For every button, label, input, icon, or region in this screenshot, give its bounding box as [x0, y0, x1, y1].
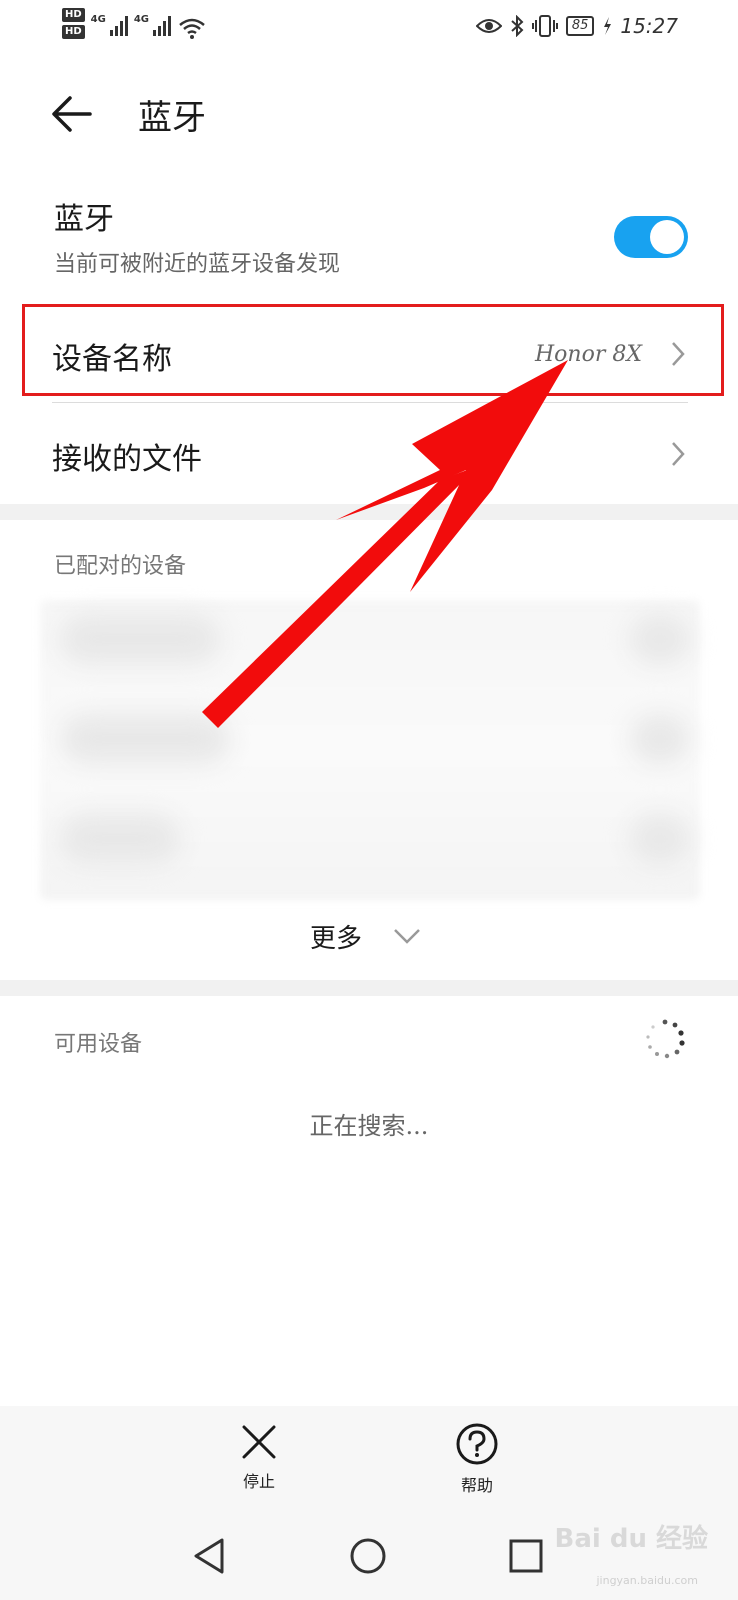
row-divider [52, 402, 688, 403]
switch-knob [650, 220, 684, 254]
annotation-highlight-box [22, 304, 724, 396]
nav-recent-apps-icon[interactable] [504, 1534, 548, 1578]
signal-bars-icon [109, 14, 128, 36]
vibrate-icon [531, 15, 558, 37]
available-devices-title: 可用设备 [54, 1032, 143, 1057]
help-icon [456, 1423, 498, 1465]
clock: 15:27 [620, 14, 678, 38]
section-gap [0, 980, 738, 996]
nav-back-icon[interactable] [188, 1534, 232, 1578]
charging-icon [604, 17, 612, 35]
blurred-device [60, 714, 230, 764]
bluetooth-toggle-row[interactable]: 蓝牙 当前可被附近的蓝牙设备发现 [0, 180, 738, 290]
battery-indicator: 85 [565, 16, 595, 36]
page-title: 蓝牙 [138, 98, 206, 138]
signal-1: 4G [91, 14, 128, 36]
app-header: 蓝牙 [0, 80, 738, 150]
status-bar: HD HD 4G 4G 85 15:27 [0, 0, 738, 60]
more-button[interactable]: 更多 [310, 918, 362, 955]
watermark-site: jingyan.baidu.com [596, 1574, 698, 1587]
received-files-row[interactable]: 接收的文件 [0, 406, 738, 502]
blurred-device [60, 814, 180, 864]
paired-devices-title: 已配对的设备 [54, 554, 187, 579]
stop-label: 停止 [242, 1472, 275, 1491]
searching-status: 正在搜索... [309, 1112, 429, 1140]
signal-bars-icon [153, 14, 172, 36]
received-files-label: 接收的文件 [52, 442, 202, 477]
bluetooth-icon [511, 15, 524, 37]
bluetooth-subtitle: 当前可被附近的蓝牙设备发现 [54, 252, 341, 277]
eye-comfort-icon [475, 19, 502, 33]
hd-indicators: HD HD [62, 8, 85, 39]
back-arrow-icon[interactable] [50, 92, 94, 136]
loading-spinner-icon [646, 1019, 685, 1059]
bottom-action-bar: 停止 帮助 [0, 1406, 738, 1510]
bluetooth-switch[interactable] [614, 216, 688, 258]
hd-badge-1: HD [62, 8, 85, 22]
signal-2: 4G [133, 14, 172, 36]
status-left: HD HD 4G 4G [62, 8, 207, 40]
chevron-down-icon[interactable] [392, 926, 422, 946]
section-gap [0, 504, 738, 520]
stop-button[interactable]: 停止 [214, 1422, 304, 1492]
hd-badge-2: HD [62, 25, 85, 39]
network-type-2: 4G [133, 14, 150, 25]
wifi-icon [179, 18, 205, 39]
blurred-device [60, 614, 220, 664]
watermark-logo: Bai du 经验 [554, 1524, 709, 1554]
blurred-device-info [630, 714, 690, 764]
blurred-device-info [630, 814, 690, 864]
network-type-1: 4G [90, 14, 106, 25]
bluetooth-title: 蓝牙 [54, 202, 114, 237]
close-icon [242, 1425, 276, 1459]
blurred-device-info [630, 614, 690, 664]
help-button[interactable]: 帮助 [432, 1422, 522, 1496]
status-right: 85 15:27 [475, 14, 678, 38]
nav-home-icon[interactable] [346, 1534, 390, 1578]
chevron-right-icon [672, 442, 685, 466]
help-label: 帮助 [460, 1476, 493, 1495]
